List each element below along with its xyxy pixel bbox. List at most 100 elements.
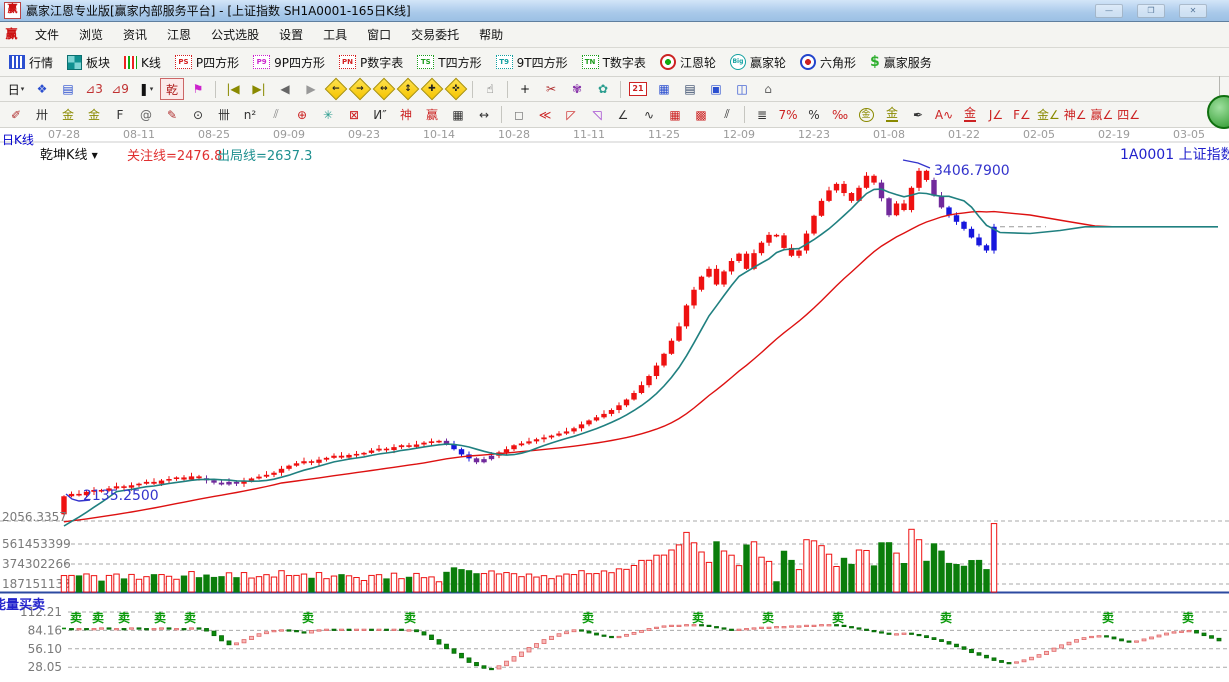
- menu-trade-entrust[interactable]: 交易委托: [401, 23, 469, 46]
- diamond-center-button[interactable]: ✚: [421, 78, 444, 101]
- jump-last-button[interactable]: ▶|: [247, 78, 271, 100]
- diamond-left-button[interactable]: ←: [325, 78, 348, 101]
- n-marks-button[interactable]: И″: [368, 104, 392, 126]
- grid-counter-button[interactable]: ▦: [446, 104, 470, 126]
- toolbar-item-gann-wheel[interactable]: 江恩轮: [653, 48, 723, 76]
- gold-underline-button[interactable]: 金: [880, 104, 904, 126]
- grid-fan-red-button[interactable]: ⊠: [342, 104, 366, 126]
- hand-tool-button[interactable]: ☝: [478, 78, 502, 100]
- grid-red-b-button[interactable]: ▩: [689, 104, 713, 126]
- grid-red-a-button[interactable]: ▦: [663, 104, 687, 126]
- gold-ruler-b-button[interactable]: 金: [82, 104, 106, 126]
- box-tool-button[interactable]: ◻: [507, 104, 531, 126]
- memo-tool-button[interactable]: ▤: [678, 78, 702, 100]
- menu-browse[interactable]: 浏览: [69, 23, 113, 46]
- f-ruler-button[interactable]: F: [108, 104, 132, 126]
- menu-settings[interactable]: 设置: [269, 23, 313, 46]
- crosshair-tool-button[interactable]: +: [513, 78, 537, 100]
- workstation-tool-button[interactable]: ⌂: [756, 78, 780, 100]
- toolbar-item-winner-wheel[interactable]: Big赢家轮: [723, 48, 793, 76]
- toolbar-item-9t-square[interactable]: T99T四方形: [489, 48, 575, 76]
- step-back-button[interactable]: ◀: [273, 78, 297, 100]
- export-tool-button[interactable]: ◫: [730, 78, 754, 100]
- volume-profile-button[interactable]: ⚑: [186, 78, 210, 100]
- pattern-brain-tool-button[interactable]: ✿: [591, 78, 615, 100]
- diamond-h-expand-button[interactable]: ↔: [373, 78, 396, 101]
- toolbar-item-t-square[interactable]: TST四方形: [410, 48, 488, 76]
- menu-window[interactable]: 窗口: [357, 23, 401, 46]
- fan-box-b-button[interactable]: ◹: [585, 104, 609, 126]
- close-button[interactable]: ✕: [1179, 4, 1207, 18]
- parallel-tool-button[interactable]: ⫽: [715, 104, 739, 126]
- toolbar-item-9p-square[interactable]: P99P四方形: [246, 48, 332, 76]
- starburst-teal-button[interactable]: ✳: [316, 104, 340, 126]
- gold-circle-button[interactable]: 金: [854, 104, 878, 126]
- jump-first-button[interactable]: |◀: [221, 78, 245, 100]
- shen-angle-button[interactable]: 神∠: [1063, 104, 1088, 126]
- pen-ruler-button[interactable]: ✎: [160, 104, 184, 126]
- target-red-button[interactable]: ⊕: [290, 104, 314, 126]
- toolbar-item-t-number[interactable]: TNT数字表: [575, 48, 653, 76]
- zigzag-tool-button[interactable]: ∿: [637, 104, 661, 126]
- percent-seven-button[interactable]: 7%: [776, 104, 800, 126]
- spiral-tool-button[interactable]: @: [134, 104, 158, 126]
- toolbar-item-p-square[interactable]: PSP四方形: [168, 48, 246, 76]
- price-counter-button[interactable]: ≣: [750, 104, 774, 126]
- menu-file[interactable]: 文件: [25, 23, 69, 46]
- diamond-full-button[interactable]: ✜: [445, 78, 468, 101]
- gold-ruler-a-button[interactable]: 金: [56, 104, 80, 126]
- period-day-dropdown-button[interactable]: 日▾: [4, 78, 28, 100]
- n-squared-tool-button[interactable]: n²: [238, 104, 262, 126]
- j-angle-button[interactable]: J∠: [984, 104, 1008, 126]
- minimize-button[interactable]: —: [1095, 4, 1123, 18]
- percent-tool-button[interactable]: %: [802, 104, 826, 126]
- chart-area[interactable]: 07-2808-1108-2509-0909-2310-1410-2811-11…: [0, 128, 1229, 682]
- permille-tool-button[interactable]: ‰: [828, 104, 852, 126]
- save-tool-button[interactable]: ▣: [704, 78, 728, 100]
- text-note-tool-button[interactable]: ✾: [565, 78, 589, 100]
- toolbar-item-p-number[interactable]: PNP数字表: [332, 48, 410, 76]
- maximize-button[interactable]: ❐: [1137, 4, 1165, 18]
- menu-gann[interactable]: 江恩: [157, 23, 201, 46]
- gold-angle-button[interactable]: 金∠: [1036, 104, 1061, 126]
- diamond-v-expand-button[interactable]: ↕: [397, 78, 420, 101]
- toolbar-item-hexagon[interactable]: 六角形: [793, 48, 863, 76]
- circle-ruler-button[interactable]: ⊙: [186, 104, 210, 126]
- pen-flag-button[interactable]: ✒: [906, 104, 930, 126]
- fan-box-a-button[interactable]: ◸: [559, 104, 583, 126]
- menu-help[interactable]: 帮助: [469, 23, 513, 46]
- step-forward-button[interactable]: ▶: [299, 78, 323, 100]
- chart-3-view-button[interactable]: ⊿3: [82, 78, 106, 100]
- span-arrows-button[interactable]: ↔: [472, 104, 496, 126]
- chart-9-view-button[interactable]: ⊿9: [108, 78, 132, 100]
- wave-a-button[interactable]: A∿: [932, 104, 956, 126]
- toolbar-item-quotes[interactable]: 行情: [2, 48, 60, 76]
- menu-tools[interactable]: 工具: [313, 23, 357, 46]
- overlay-selector[interactable]: 乾坤K线 ▼: [40, 144, 98, 163]
- gold-underline-red-button[interactable]: 金: [958, 104, 982, 126]
- fan-lines-red-button[interactable]: ≪: [533, 104, 557, 126]
- kline-chart-canvas[interactable]: 07-2808-1108-2509-0909-2310-1410-2811-11…: [0, 128, 1229, 682]
- toolbar-item-kline[interactable]: K线: [117, 48, 168, 76]
- calendar-tool-button[interactable]: 21: [626, 78, 650, 100]
- angle-fan-button[interactable]: ⫽: [264, 104, 288, 126]
- pattern-view-button[interactable]: ❖: [30, 78, 54, 100]
- diamond-right-button[interactable]: →: [349, 78, 372, 101]
- qiankun-toggle-button[interactable]: 乾: [160, 78, 184, 100]
- menu-news[interactable]: 资讯: [113, 23, 157, 46]
- cut-tool-button[interactable]: ✂: [539, 78, 563, 100]
- tick-ruler-button[interactable]: 卅: [30, 104, 54, 126]
- toolbar-item-winner-service[interactable]: $赢家服务: [863, 48, 939, 76]
- gann-knife-button[interactable]: ✐: [4, 104, 28, 126]
- angle-lines-button[interactable]: ∠: [611, 104, 635, 126]
- f-angle-button[interactable]: F∠: [1010, 104, 1034, 126]
- shen-tool-button[interactable]: 神: [394, 104, 418, 126]
- candle-style-dropdown-button[interactable]: ❚▾: [134, 78, 158, 100]
- toolbar-item-sectors[interactable]: 板块: [60, 48, 117, 76]
- ying-tool-button[interactable]: 赢: [420, 104, 444, 126]
- ying-angle-button[interactable]: 赢∠: [1090, 104, 1115, 126]
- calculator-tool-button[interactable]: ▦: [652, 78, 676, 100]
- scale-ruler-button[interactable]: 卌: [212, 104, 236, 126]
- menu-formula-pick[interactable]: 公式选股: [201, 23, 269, 46]
- four-angle-button[interactable]: 四∠: [1116, 104, 1141, 126]
